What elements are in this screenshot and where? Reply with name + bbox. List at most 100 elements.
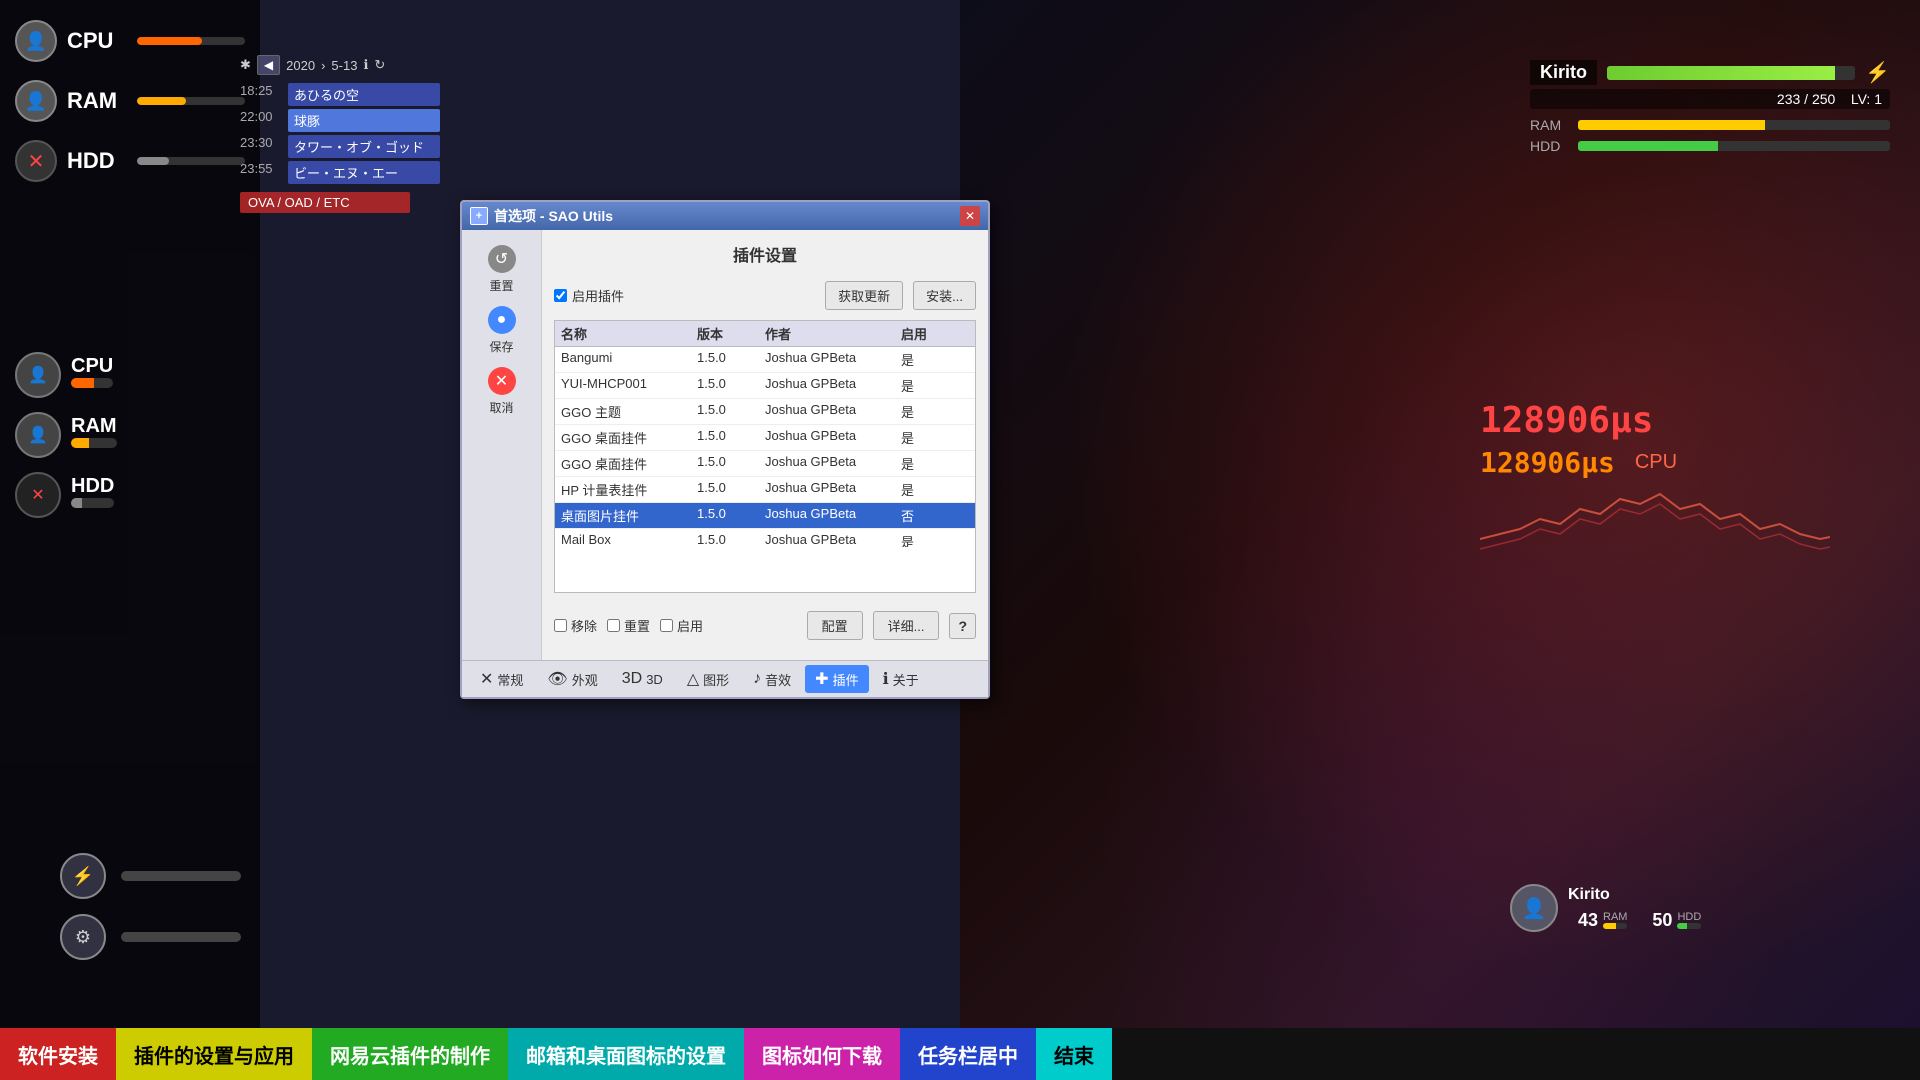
tab-about-label: 关于 <box>893 670 919 689</box>
tab-appearance[interactable]: 👁 外观 <box>537 665 607 693</box>
remove-checkbox-label[interactable]: 移除 <box>554 616 597 635</box>
plugin-table-header: 名称 版本 作者 启用 <box>555 321 975 347</box>
plugin-author-5: Joshua GPBeta <box>765 480 901 499</box>
plugin-row-3[interactable]: GGO 桌面挂件 1.5.0 Joshua GPBeta 是 <box>555 425 975 451</box>
tv-date: 5-13 <box>331 58 357 73</box>
char-avatar: 👤 <box>1510 884 1558 932</box>
help-button[interactable]: ? <box>949 613 976 639</box>
plugin-name-0: Bangumi <box>561 350 697 369</box>
plugin-enabled-5: 是 <box>901 480 969 499</box>
hdd-bar-container <box>137 157 245 165</box>
tab-3d-icon: 3D <box>622 670 642 688</box>
tv-item-0[interactable]: 18:25 あひるの空 <box>240 83 440 106</box>
plugin-author-2: Joshua GPBeta <box>765 402 901 421</box>
plugin-name-5: HP 计量表挂件 <box>561 480 697 499</box>
hud-ram-bar-fill <box>1578 120 1765 130</box>
plugin-row-7[interactable]: Mail Box 1.5.0 Joshua GPBeta 是 <box>555 529 975 547</box>
monitor-hdd-icon: ✕ <box>15 472 61 518</box>
dialog-section-title: 插件设置 <box>554 242 976 266</box>
enable-checkbox-label[interactable]: 启用 <box>660 616 703 635</box>
hud-hp-fill <box>1607 66 1835 80</box>
ticker-text-2: 网易云插件的制作 <box>330 1040 490 1069</box>
tab-general[interactable]: ✕ 常规 <box>470 665 533 693</box>
bottom-icon-row-2: ⚙ <box>60 914 241 960</box>
hud-hp-max: 250 <box>1812 91 1835 107</box>
dvd-label[interactable]: OVA / OAD / ETC <box>240 192 410 213</box>
enable-plugin-checkbox-label[interactable]: 启用插件 <box>554 286 624 305</box>
tab-audio-label: 音效 <box>765 670 791 689</box>
monitor-cpu-icon: 👤 <box>15 352 61 398</box>
tv-item-2[interactable]: 23:30 タワー・オブ・ゴッド <box>240 135 440 158</box>
tv-time-2: 23:30 <box>240 135 280 158</box>
hud-ram-label: RAM <box>1530 117 1570 133</box>
ticker-item-6: 结束 <box>1036 1028 1112 1080</box>
tv-time-0: 18:25 <box>240 83 280 106</box>
plugin-row-2[interactable]: GGO 主题 1.5.0 Joshua GPBeta 是 <box>555 399 975 425</box>
tab-about[interactable]: ℹ 关于 <box>873 665 929 693</box>
reset-checkbox-label[interactable]: 重置 <box>607 616 650 635</box>
col-name: 名称 <box>561 324 697 343</box>
enable-plugin-label: 启用插件 <box>572 286 624 305</box>
tv-year: 2020 <box>286 58 315 73</box>
char-stat-hdd-num: 50 <box>1642 910 1672 931</box>
tab-graphics-icon: △ <box>687 669 699 689</box>
monitor-hdd-row: ✕ HDD <box>15 472 245 518</box>
hdd-bar-fill <box>137 157 169 165</box>
char-stat-ram: 43 RAM <box>1568 910 1627 931</box>
tv-back-btn[interactable]: ◀ <box>257 55 280 75</box>
remove-checkbox[interactable] <box>554 619 567 632</box>
monitor-hdd-label: HDD <box>71 475 114 498</box>
cpu-value-2: 128906μs <box>1480 446 1615 479</box>
settings-icon[interactable]: ⚙ <box>60 914 106 960</box>
dialog-close-button[interactable]: ✕ <box>960 206 980 226</box>
detail-button[interactable]: 详细... <box>873 611 940 640</box>
dialog-reset-item[interactable]: ↺ 重置 <box>467 245 536 294</box>
sidebar-stat-cpu: 👤 CPU <box>15 20 245 62</box>
plugin-row-1[interactable]: YUI-MHCP001 1.5.0 Joshua GPBeta 是 <box>555 373 975 399</box>
monitor-hdd-bar <box>71 498 114 508</box>
plugin-ver-2: 1.5.0 <box>697 402 765 421</box>
monitor-ram-icon: 👤 <box>15 412 61 458</box>
tab-graphics[interactable]: △ 图形 <box>677 665 739 693</box>
speed-icon[interactable]: ⚡ <box>60 853 106 899</box>
install-button[interactable]: 安装... <box>913 281 976 310</box>
char-stat-hdd: 50 HDD <box>1642 910 1701 931</box>
tv-item-1[interactable]: 22:00 球豚 <box>240 109 440 132</box>
get-update-button[interactable]: 获取更新 <box>825 281 903 310</box>
plugin-row-0[interactable]: Bangumi 1.5.0 Joshua GPBeta 是 <box>555 347 975 373</box>
reset-checkbox[interactable] <box>607 619 620 632</box>
plugin-row-4[interactable]: GGO 桌面挂件 1.5.0 Joshua GPBeta 是 <box>555 451 975 477</box>
char-stat-hdd-bar-wrap: HDD <box>1677 911 1701 929</box>
char-info-panel: 👤 Kirito 43 RAM 50 HDD <box>1510 884 1890 940</box>
plugin-enabled-2: 是 <box>901 402 969 421</box>
hud-hp-current: 233 <box>1777 91 1800 107</box>
ram-bar-fill <box>137 97 186 105</box>
hud-hp-bar <box>1607 66 1855 80</box>
dialog-cancel-item[interactable]: ✕ 取消 <box>467 367 536 416</box>
save-icon: ● <box>488 306 516 334</box>
hud-hdd-label: HDD <box>1530 138 1570 154</box>
plugin-enabled-0: 是 <box>901 350 969 369</box>
monitor-ram-bar-fill <box>71 438 89 448</box>
tv-schedule-panel: ✱ ◀ 2020 › 5-13 ℹ ↻ 18:25 あひるの空 22:00 球豚… <box>240 55 440 213</box>
config-button[interactable]: 配置 <box>807 611 863 640</box>
tv-item-3[interactable]: 23:55 ビー・エヌ・エー <box>240 161 440 184</box>
dialog-save-item[interactable]: ● 保存 <box>467 306 536 355</box>
sidebar-stat-ram: 👤 RAM <box>15 80 245 122</box>
plugin-ver-0: 1.5.0 <box>697 350 765 369</box>
ticker-item-3: 邮箱和桌面图标的设置 <box>508 1028 744 1080</box>
tab-plugins[interactable]: ✚ 插件 <box>805 665 868 693</box>
tab-3d[interactable]: 3D 3D <box>612 666 673 692</box>
plugin-row-5[interactable]: HP 计量表挂件 1.5.0 Joshua GPBeta 是 <box>555 477 975 503</box>
plugin-table-body[interactable]: Bangumi 1.5.0 Joshua GPBeta 是 YUI-MHCP00… <box>555 347 975 547</box>
dialog-body: ↺ 重置 ● 保存 ✕ 取消 插件设置 启用插件 获取更新 安 <box>462 230 988 660</box>
enable-plugin-checkbox[interactable] <box>554 289 567 302</box>
hud-hdd-bar-fill <box>1578 141 1718 151</box>
reset-label: 重置 <box>624 616 650 635</box>
dialog-controls: 启用插件 获取更新 安装... <box>554 281 976 310</box>
ticker-item-1: 插件的设置与应用 <box>116 1028 312 1080</box>
tab-audio[interactable]: ♪ 音效 <box>743 666 801 693</box>
plugin-row-6[interactable]: 桌面图片挂件 1.5.0 Joshua GPBeta 否 <box>555 503 975 529</box>
char-stat-ram-bar-wrap: RAM <box>1603 911 1627 929</box>
enable-checkbox[interactable] <box>660 619 673 632</box>
